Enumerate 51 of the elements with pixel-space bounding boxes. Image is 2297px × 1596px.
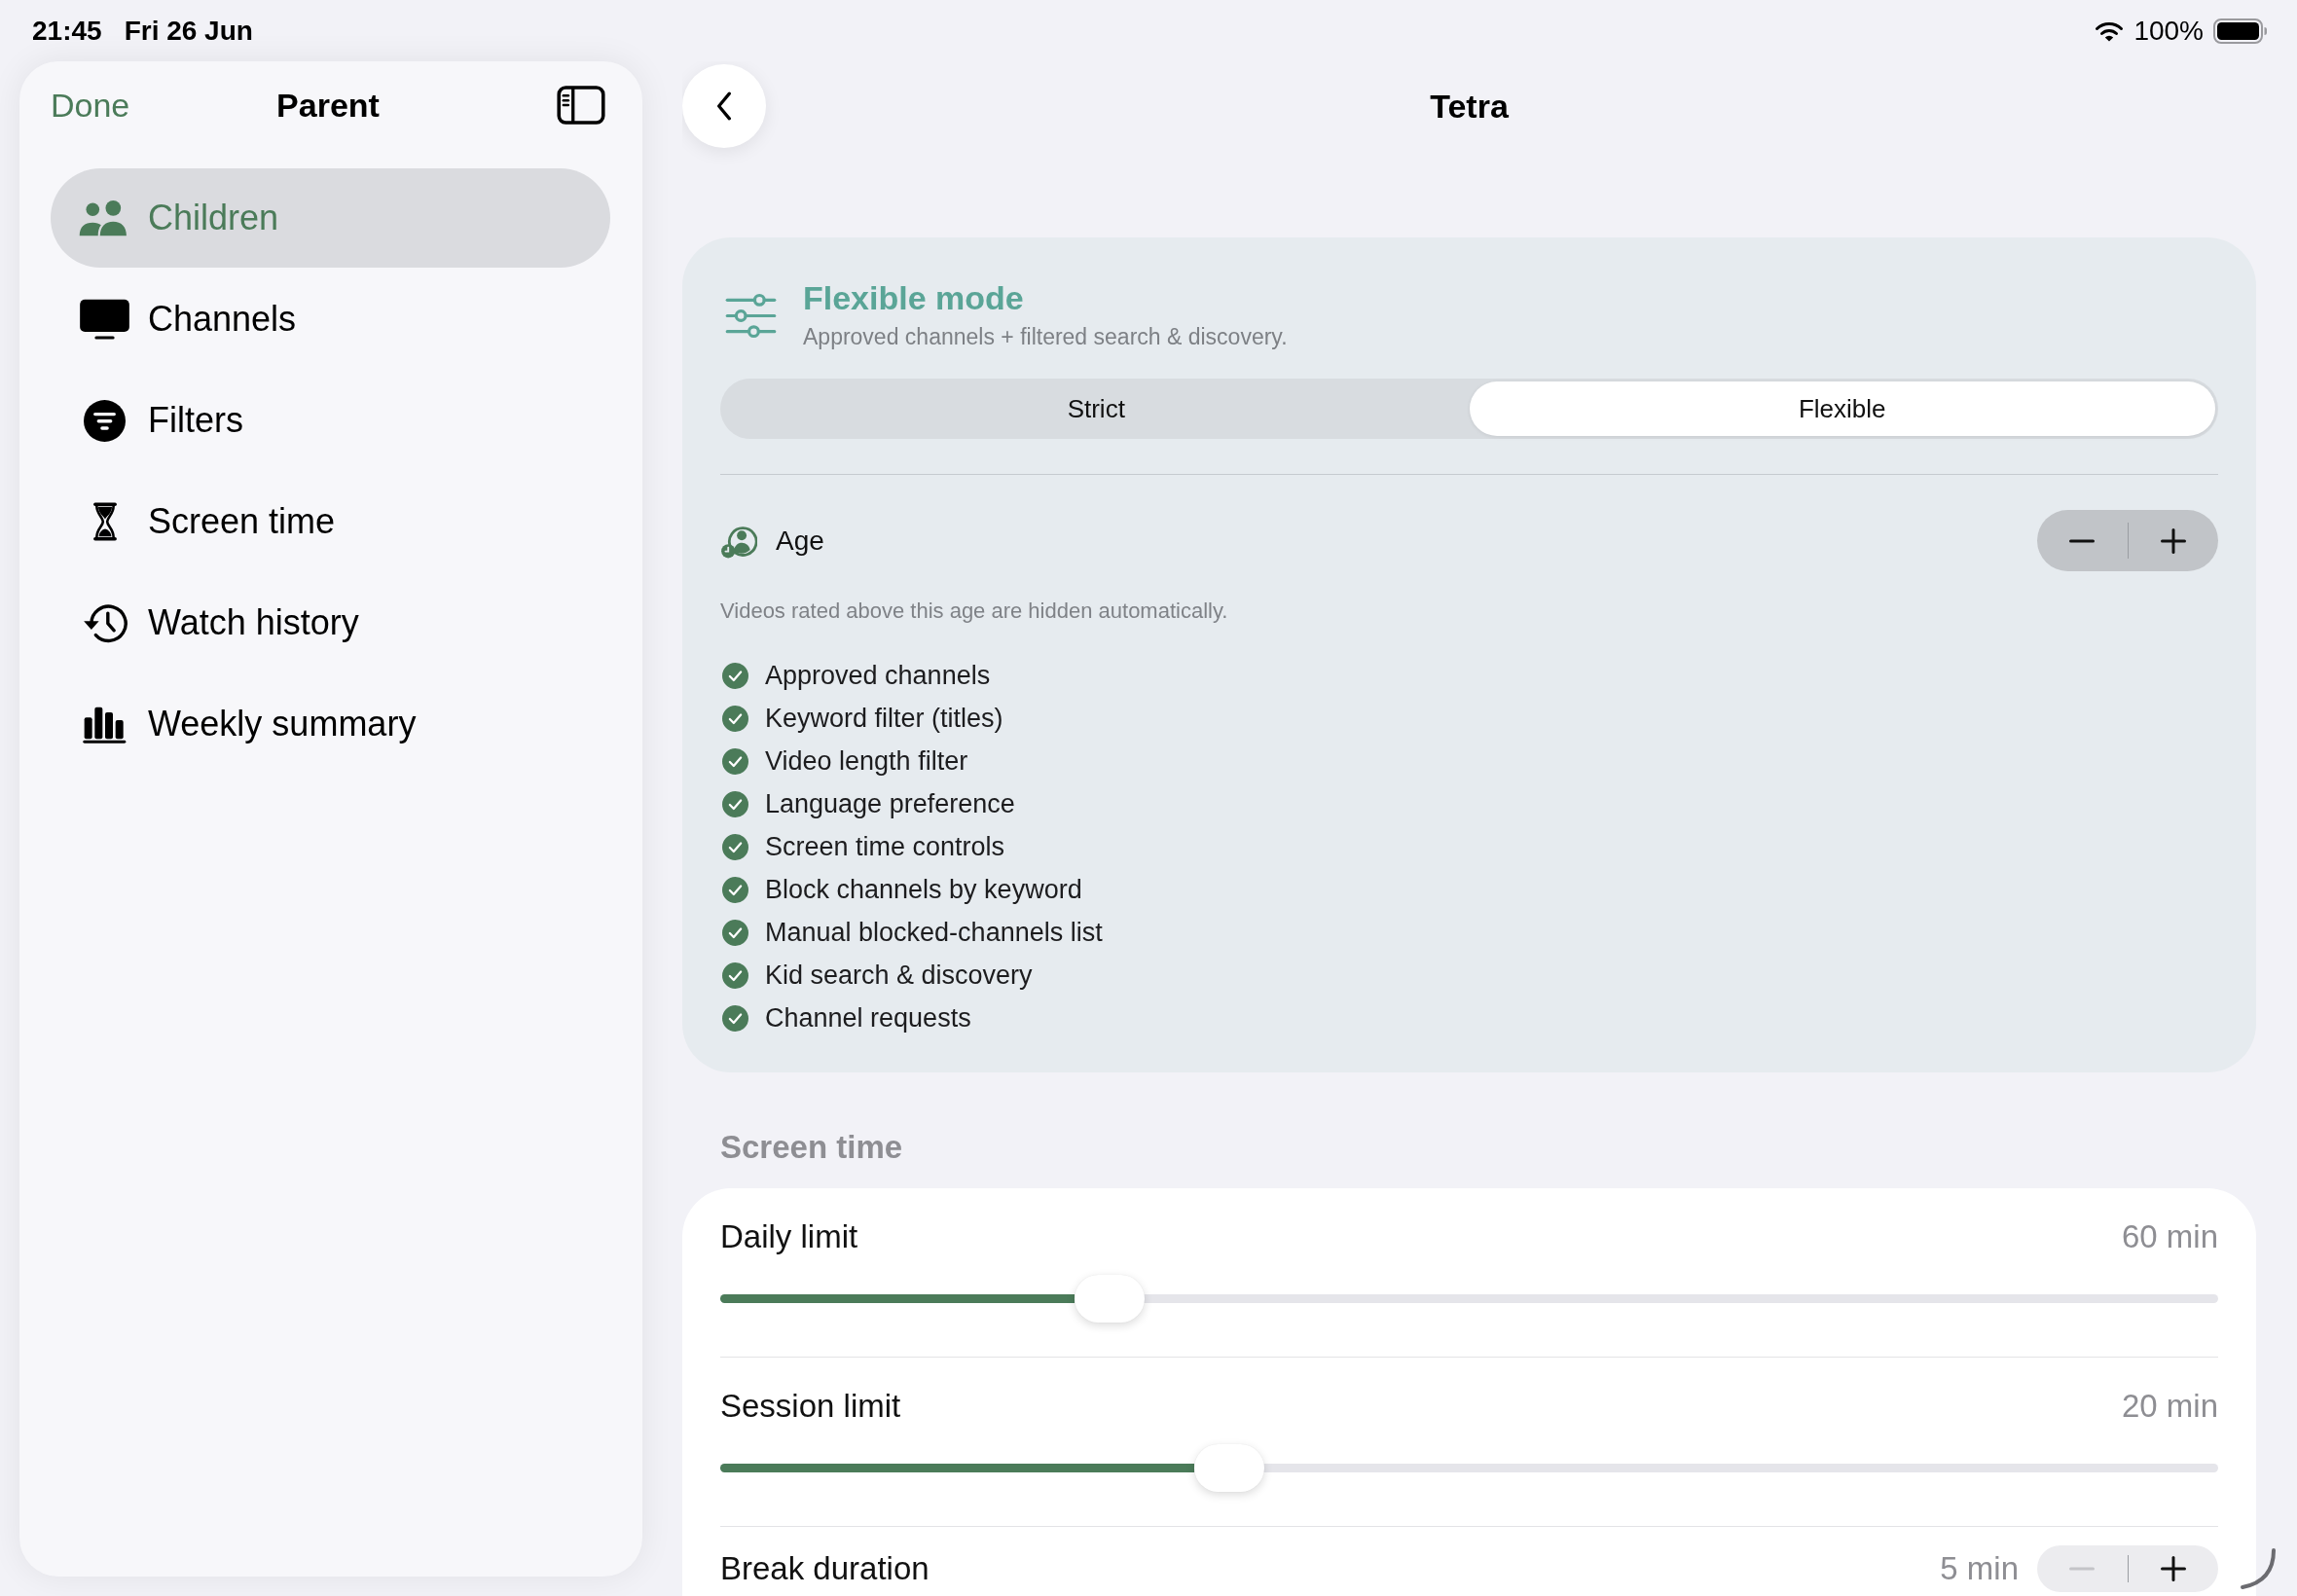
nav-title: Tetra [1430,87,1509,127]
battery-percent: 100% [2133,14,2204,48]
feature-label: Manual blocked-channels list [765,917,1103,949]
status-date: Fri 26 Jun [124,14,253,48]
clock-arrow-icon [81,601,128,644]
sidebar-item[interactable]: Watch history [51,573,610,672]
slider-thumb[interactable] [1075,1275,1146,1323]
feature-label: Block channels by keyword [765,874,1082,906]
feature-label: Screen time controls [765,831,1005,863]
sidebar-item[interactable]: Screen time [51,472,610,571]
wifi-icon [2095,19,2125,42]
mode-title: Flexible mode [803,278,1024,317]
filter-icon [84,399,126,442]
sidebar-item[interactable]: Weekly summary [51,674,610,774]
feature-label: Video length filter [765,745,968,778]
hourglass-icon [91,502,118,541]
feature-label: Keyword filter (titles) [765,703,1003,735]
sidebar-toggle-icon[interactable] [557,86,605,125]
row-label: Break duration [720,1549,930,1588]
sliders-icon [725,292,777,339]
row-value: 5 min [1940,1549,2019,1588]
tv-icon [79,299,130,340]
feature-label: Language preference [765,788,1015,820]
slider-thumb[interactable] [1194,1444,1265,1492]
minus-icon [2069,538,2096,543]
bar-chart-icon [81,705,128,744]
scroll-indicator [2239,1547,2278,1590]
done-button[interactable]: Done [51,84,130,127]
battery-icon [2213,18,2268,44]
mode-description: Approved channels + filtered search & discovery. [803,323,1288,351]
plus-icon [2160,1556,2186,1581]
chevron-left-icon [715,91,733,121]
minus-icon [2069,1567,2096,1571]
segment-tab[interactable]: Strict [723,381,1470,436]
segment-tab[interactable]: Flexible [1469,381,2215,436]
section-heading: Screen time [720,1128,903,1167]
status-time: 21:45 [32,14,102,48]
plus-icon [2160,527,2186,554]
row-label: Daily limit [720,1217,858,1256]
age-hint: Videos rated above this age are hidden automatically. [720,598,1228,625]
feature-label: Kid search & discovery [765,960,1033,992]
row-value: 20 min [2121,1387,2218,1426]
age-label: Age [776,524,824,558]
sidebar-item[interactable]: Channels [51,270,610,369]
sidebar-title: Parent [276,86,380,126]
feature-label: Channel requests [765,1002,971,1034]
row-value: 60 min [2121,1217,2218,1256]
sidebar-item[interactable]: Children [51,168,610,268]
row-label: Session limit [720,1387,901,1426]
feature-label: Approved channels [765,660,991,692]
sidebar-item[interactable]: Filters [51,371,610,470]
